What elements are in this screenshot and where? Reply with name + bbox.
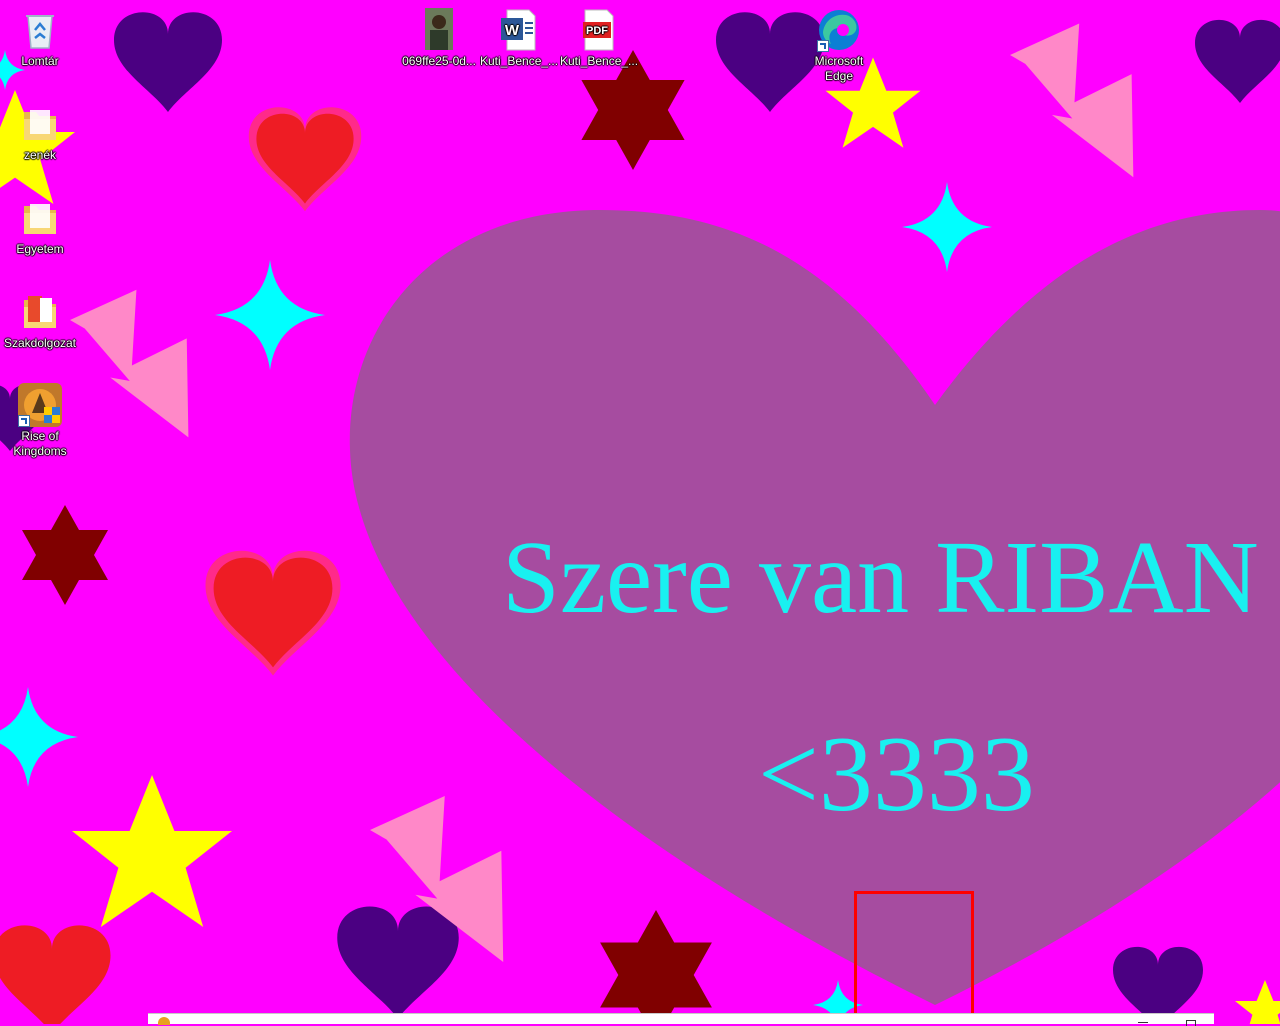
desktop-icon-label: Kuti_Bence_... (480, 54, 558, 68)
desktop-icon-recycle-bin[interactable]: Lomtár (1, 8, 79, 69)
desktop-icon-label: 069ffe25-0d... (402, 54, 476, 68)
folder-icon (18, 290, 62, 334)
wallpaper-subtext: <3333 (758, 715, 1035, 834)
desktop-icon-label: Kuti_Bence_... (560, 54, 638, 68)
folder-icon (18, 102, 62, 146)
maximize-icon[interactable] (1186, 1020, 1196, 1026)
desktop-icon-label: zenék (23, 148, 57, 162)
edge-browser-icon (817, 8, 861, 52)
desktop-icon-egyetem-folder[interactable]: Egyetem (1, 196, 79, 257)
desktop-icon-image-file[interactable]: 069ffe25-0d... (400, 8, 478, 69)
desktop-icon-szakdolgozat-folder[interactable]: Szakdolgozat (1, 290, 79, 351)
recycle-bin-icon (18, 8, 62, 52)
desktop-icon-label: Microsoft Edge (814, 54, 864, 83)
shortcut-arrow-icon (817, 40, 829, 52)
pdf-badge-text: PDF (586, 25, 608, 37)
highlight-rectangle (854, 891, 974, 1022)
desktop-icon-microsoft-edge[interactable]: Microsoft Edge (800, 8, 878, 84)
desktop-icon-rise-of-kingdoms[interactable]: Rise of Kingdoms (1, 383, 79, 459)
image-file-icon (417, 8, 461, 52)
desktop-wallpaper: Szere van RIBAN <3333 (0, 12, 1280, 1024)
desktop-icon-label: Lomtár (21, 54, 59, 68)
minimize-icon[interactable] (1138, 1022, 1148, 1023)
desktop-icon-pdf-document[interactable]: PDF Kuti_Bence_... (560, 8, 638, 69)
wallpaper-headline: Szere van RIBAN (502, 520, 1259, 635)
desktop-icon-zenek-folder[interactable]: zenék (1, 102, 79, 163)
desktop-icon-label: Rise of Kingdoms (13, 429, 67, 458)
shortcut-arrow-icon (18, 415, 30, 427)
word-badge-text: W (505, 22, 520, 39)
folder-icon (18, 196, 62, 240)
pdf-document-icon: PDF (577, 8, 621, 52)
desktop-icon-label: Egyetem (16, 242, 64, 256)
desktop-icon-word-document[interactable]: W Kuti_Bence_... (480, 8, 558, 69)
game-shortcut-icon (18, 383, 62, 427)
partial-window-titlebar[interactable] (148, 1013, 1214, 1026)
desktop-icon-label: Szakdolgozat (3, 336, 77, 350)
word-document-icon: W (497, 8, 541, 52)
